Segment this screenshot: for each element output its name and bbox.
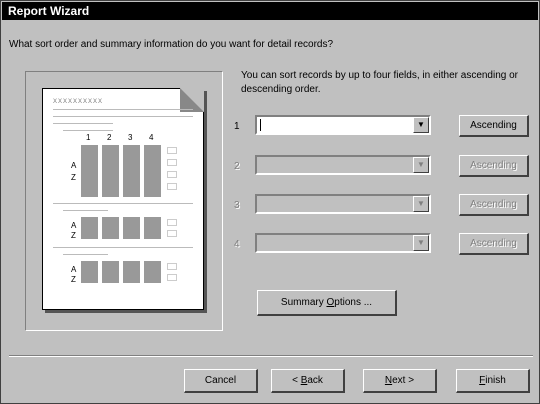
next-button[interactable]: Next > <box>363 369 437 393</box>
question-text: What sort order and summary information … <box>9 39 334 50</box>
sort-3-ascending-button[interactable]: Ascending <box>459 194 529 216</box>
text-cursor <box>260 119 261 131</box>
window-title: Report Wizard <box>2 2 538 20</box>
preview-rule <box>53 203 193 204</box>
row-letter: Z <box>71 275 76 284</box>
sort-4-ascending-button[interactable]: Ascending <box>459 233 529 255</box>
preview-rule <box>63 254 108 255</box>
preview-rule <box>53 123 113 124</box>
sort-number-1: 1 <box>234 121 240 132</box>
preview-column <box>102 261 119 283</box>
summary-label-suffix: ptions ... <box>334 297 373 308</box>
sort-number-2: 2 <box>234 161 240 172</box>
preview-cell <box>167 159 177 166</box>
summary-options-button[interactable]: Summary Options ... <box>257 290 397 316</box>
preview-rule <box>63 130 113 131</box>
row-letter: Z <box>71 231 76 240</box>
preview-cell <box>167 147 177 154</box>
preview-rule <box>63 210 108 211</box>
back-label-prefix: < <box>292 375 301 386</box>
preview-column <box>102 145 119 197</box>
report-preview: XXXXXXXXXX 1 2 3 4 A Z A Z A Z <box>25 71 223 331</box>
row-letter: A <box>71 161 77 170</box>
row-letter: A <box>71 221 77 230</box>
sort-field-1-combo[interactable]: ▼ <box>255 115 431 135</box>
preview-column <box>123 217 140 239</box>
preview-cell <box>167 230 177 237</box>
report-wizard-window: Report Wizard What sort order and summar… <box>0 0 540 404</box>
preview-rule <box>53 247 193 248</box>
preview-rule <box>53 116 193 117</box>
preview-cell <box>167 263 177 270</box>
preview-rule <box>53 109 193 110</box>
col-number: 3 <box>128 133 133 142</box>
col-number: 2 <box>107 133 112 142</box>
row-letter: A <box>71 265 77 274</box>
preview-column <box>123 145 140 197</box>
sort-number-3: 3 <box>234 200 240 211</box>
sort-2-ascending-button[interactable]: Ascending <box>459 155 529 177</box>
preview-page: XXXXXXXXXX 1 2 3 4 A Z A Z A Z <box>42 88 204 310</box>
sort-1-ascending-button[interactable]: Ascending <box>459 115 529 137</box>
dropdown-arrow-icon[interactable]: ▼ <box>413 117 429 133</box>
back-button[interactable]: < Back <box>271 369 345 393</box>
dropdown-arrow-icon[interactable]: ▼ <box>413 196 429 212</box>
summary-label-prefix: Summary <box>280 297 327 308</box>
preview-cell <box>167 274 177 281</box>
finish-button[interactable]: Finish <box>456 369 530 393</box>
preview-cell <box>167 219 177 226</box>
preview-column <box>102 217 119 239</box>
instructions-text: You can sort records by up to four field… <box>241 70 519 95</box>
sort-number-4: 4 <box>234 239 240 250</box>
next-label-suffix: ext > <box>392 375 415 386</box>
preview-column <box>123 261 140 283</box>
preview-column <box>81 261 98 283</box>
preview-column <box>144 261 161 283</box>
finish-label-suffix: inish <box>485 375 506 386</box>
sort-field-4-combo[interactable]: ▼ <box>255 233 431 253</box>
cancel-button[interactable]: Cancel <box>184 369 258 393</box>
preview-column <box>144 145 161 197</box>
sort-field-2-combo[interactable]: ▼ <box>255 155 431 175</box>
col-number: 4 <box>149 133 154 142</box>
back-label-suffix: ack <box>307 375 323 386</box>
separator <box>9 355 533 357</box>
row-letter: Z <box>71 173 76 182</box>
preview-column <box>144 217 161 239</box>
col-number: 1 <box>86 133 91 142</box>
preview-cell <box>167 183 177 190</box>
preview-cell <box>167 171 177 178</box>
preview-column <box>81 145 98 197</box>
dropdown-arrow-icon[interactable]: ▼ <box>413 235 429 251</box>
dropdown-arrow-icon[interactable]: ▼ <box>413 157 429 173</box>
preview-column <box>81 217 98 239</box>
preview-header: XXXXXXXXXX <box>53 99 104 105</box>
sort-field-3-combo[interactable]: ▼ <box>255 194 431 214</box>
